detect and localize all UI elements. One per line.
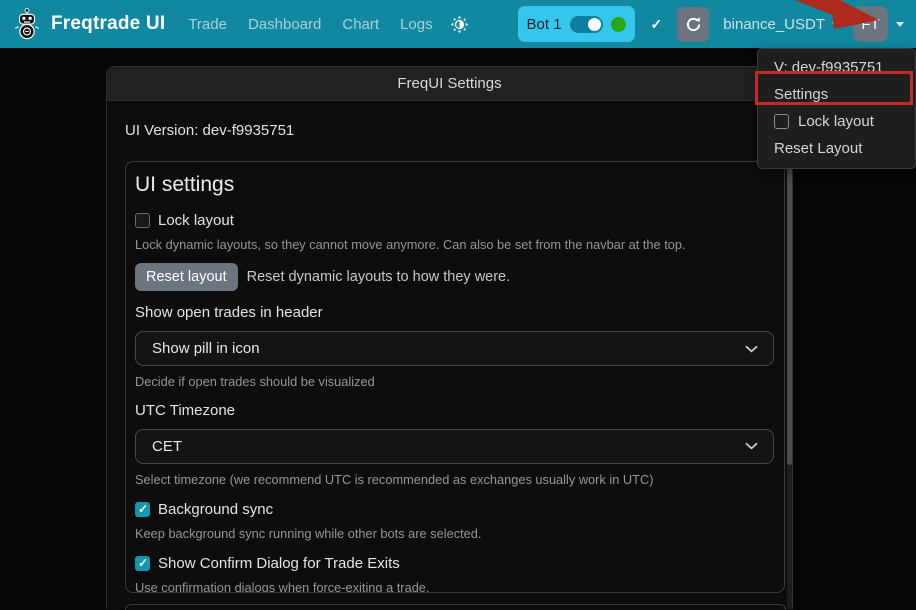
reset-layout-description: Reset dynamic layouts to how they were. bbox=[247, 269, 511, 285]
timezone-description: Select timezone (we recommend UTC is rec… bbox=[135, 471, 774, 488]
brand[interactable]: Freqtrade UI bbox=[12, 7, 165, 41]
nav-link-dashboard[interactable]: Dashboard bbox=[246, 12, 323, 37]
user-avatar-button[interactable]: FT bbox=[853, 6, 888, 42]
menu-item-settings[interactable]: Settings bbox=[758, 81, 915, 108]
background-sync-description: Keep background sync running while other… bbox=[135, 525, 774, 542]
confirm-exit-label[interactable]: Show Confirm Dialog for Trade Exits bbox=[158, 555, 400, 572]
settings-card-body: UI Version: dev-f9935751 UI settings Loc… bbox=[107, 101, 792, 593]
refresh-button[interactable] bbox=[677, 7, 709, 42]
open-trades-select[interactable]: Show pill in icon bbox=[135, 331, 774, 366]
settings-card: FreqUI Settings UI Version: dev-f9935751… bbox=[106, 66, 793, 609]
chevron-down-icon bbox=[745, 345, 758, 353]
reset-layout-button[interactable]: Reset layout bbox=[135, 263, 238, 291]
lock-layout-row: Lock layout bbox=[135, 212, 774, 229]
settings-card-header: FreqUI Settings bbox=[107, 67, 792, 101]
ui-settings-fieldset: UI settings Lock layout Lock dynamic lay… bbox=[125, 161, 785, 593]
confirm-exit-description: Use confirmation dialogs when force-exit… bbox=[135, 579, 774, 593]
next-fieldset-top-edge bbox=[125, 604, 786, 610]
timezone-label: UTC Timezone bbox=[135, 402, 774, 419]
caret-down-icon bbox=[832, 22, 840, 27]
lock-layout-menu-checkbox[interactable] bbox=[774, 114, 789, 129]
background-sync-checkbox[interactable] bbox=[135, 502, 150, 517]
open-trades-label: Show open trades in header bbox=[135, 304, 774, 321]
lock-layout-checkbox[interactable] bbox=[135, 213, 150, 228]
confirm-exit-row: Show Confirm Dialog for Trade Exits bbox=[135, 555, 774, 572]
check-icon[interactable]: ✓ bbox=[651, 16, 663, 33]
timezone-select[interactable]: CET bbox=[135, 429, 774, 464]
caret-down-icon bbox=[896, 22, 904, 27]
bot-online-status-dot bbox=[611, 17, 626, 32]
exchange-dropdown[interactable]: binance_USDT bbox=[723, 16, 840, 33]
theme-toggle-icon[interactable] bbox=[450, 15, 469, 34]
lock-layout-description: Lock dynamic layouts, so they cannot mov… bbox=[135, 236, 774, 253]
nav-links: Trade Dashboard Chart Logs bbox=[186, 12, 434, 37]
refresh-icon bbox=[685, 16, 702, 33]
bot-name: Bot 1 bbox=[527, 16, 562, 33]
background-sync-row: Background sync bbox=[135, 501, 774, 518]
chevron-down-icon bbox=[745, 442, 758, 450]
bot-selector-pill[interactable]: Bot 1 bbox=[518, 6, 635, 42]
open-trades-description: Decide if open trades should be visualiz… bbox=[135, 373, 774, 390]
exchange-label: binance_USDT bbox=[723, 16, 825, 33]
ui-settings-title: UI settings bbox=[135, 173, 774, 197]
lock-layout-label[interactable]: Lock layout bbox=[158, 212, 234, 229]
user-dropdown-menu: V: dev-f9935751 Settings Lock layout Res… bbox=[757, 48, 916, 169]
confirm-exit-checkbox[interactable] bbox=[135, 556, 150, 571]
menu-item-version: V: dev-f9935751 bbox=[758, 54, 915, 81]
menu-item-reset-layout[interactable]: Reset Layout bbox=[758, 135, 915, 162]
background-sync-label[interactable]: Background sync bbox=[158, 501, 273, 518]
navbar-right-group: Bot 1 ✓ binance_USDT FT bbox=[518, 6, 904, 42]
nav-link-trade[interactable]: Trade bbox=[186, 12, 229, 37]
navbar: Freqtrade UI Trade Dashboard Chart Logs … bbox=[0, 0, 916, 48]
brand-title: Freqtrade UI bbox=[51, 13, 165, 35]
page-title: FreqUI Settings bbox=[397, 75, 501, 92]
nav-link-chart[interactable]: Chart bbox=[340, 12, 381, 37]
bot-toggle-switch[interactable] bbox=[570, 16, 603, 33]
menu-item-lock-layout[interactable]: Lock layout bbox=[758, 108, 915, 135]
freqtrade-robot-logo-icon bbox=[12, 7, 42, 41]
ui-version-text: UI Version: dev-f9935751 bbox=[125, 122, 785, 139]
nav-link-logs[interactable]: Logs bbox=[398, 12, 435, 37]
reset-layout-row: Reset layout Reset dynamic layouts to ho… bbox=[135, 263, 774, 291]
